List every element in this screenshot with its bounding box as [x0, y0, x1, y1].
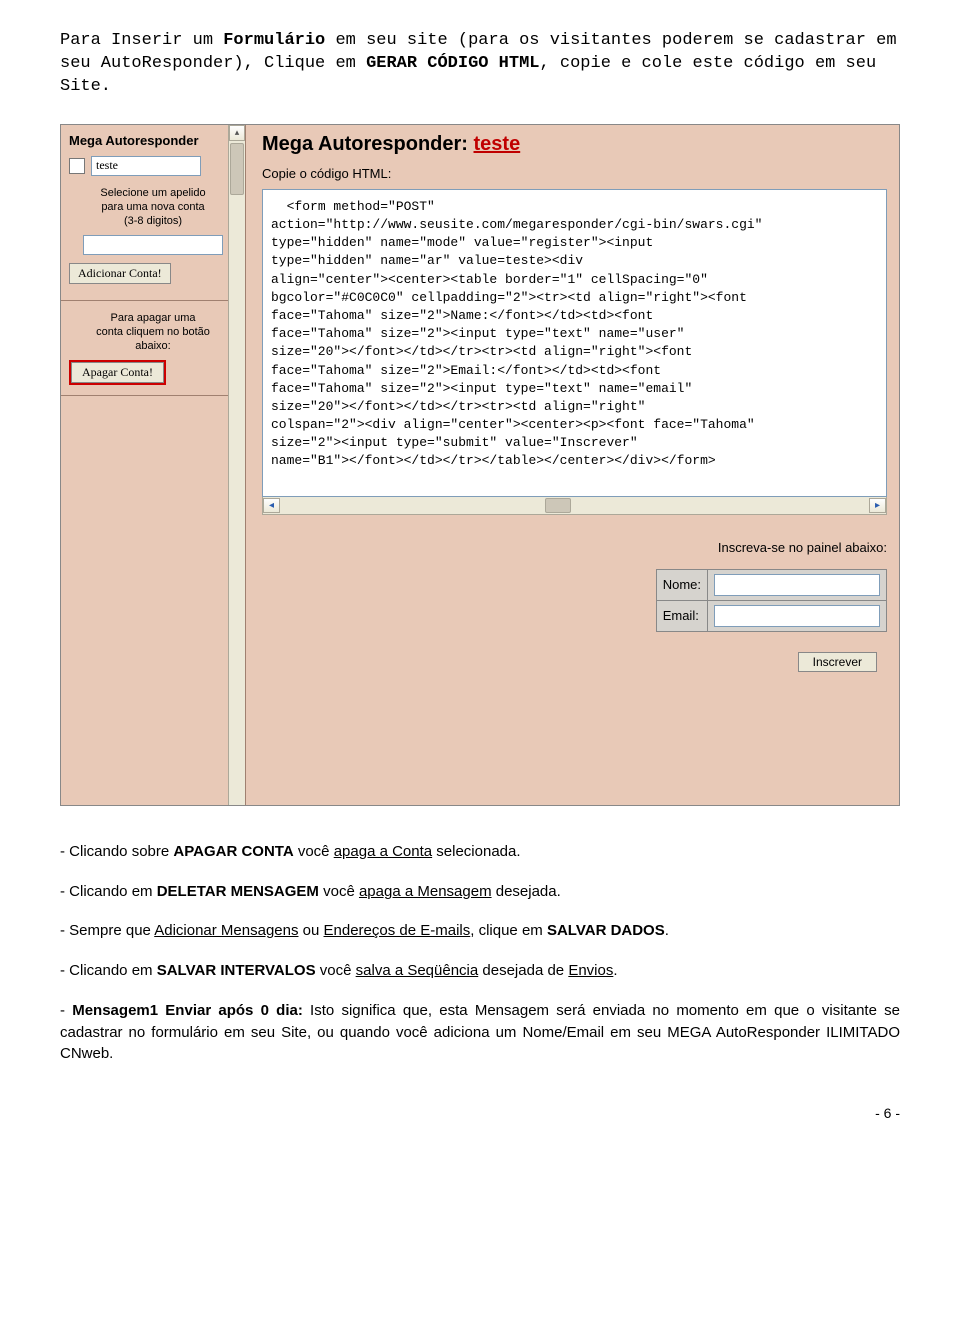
sidebar-title: Mega Autoresponder	[69, 133, 237, 148]
sidebar-help-delete: Para apagar uma conta cliquem no botão a…	[69, 311, 237, 354]
scroll-left-icon[interactable]: ◂	[263, 498, 280, 513]
add-account-button[interactable]: Adicionar Conta!	[69, 263, 171, 284]
instr-deletar-mensagem: - Clicando em DELETAR MENSAGEM você apag…	[60, 881, 900, 903]
delete-button-highlight: Apagar Conta!	[69, 360, 166, 385]
instr-apagar-conta: - Clicando sobre APAGAR CONTA você apaga…	[60, 841, 900, 863]
instr-mensagem-zero: - Mensagem1 Enviar após 0 dia: Isto sign…	[60, 1000, 900, 1065]
sidebar-help-new: Selecione um apelido para uma nova conta…	[69, 186, 237, 229]
subscribe-preview: Inscreva-se no painel abaixo: Nome: Emai…	[607, 540, 887, 672]
new-account-input[interactable]	[83, 235, 223, 255]
separator	[61, 300, 245, 301]
scroll-right-icon[interactable]: ▸	[869, 498, 886, 513]
separator	[61, 395, 245, 396]
copy-label: Copie o código HTML:	[262, 166, 887, 181]
screenshot: ▴ Mega Autoresponder Selecione um apelid…	[60, 124, 900, 806]
account-name-field[interactable]	[91, 156, 201, 176]
account-checkbox[interactable]	[69, 158, 85, 174]
subscribe-prompt: Inscreva-se no painel abaixo:	[607, 540, 887, 555]
subscribe-button[interactable]: Inscrever	[798, 652, 877, 672]
account-name-red: teste	[474, 133, 521, 155]
scroll-up-icon[interactable]: ▴	[229, 125, 245, 141]
nome-input[interactable]	[714, 574, 880, 596]
subscribe-form-table: Nome: Email:	[656, 569, 887, 632]
email-label: Email:	[656, 600, 707, 631]
html-code-textarea[interactable]: <form method="POST" action="http://www.s…	[262, 189, 887, 497]
horizontal-scrollbar[interactable]: ◂ ▸	[262, 497, 887, 515]
main-heading: Mega Autoresponder: teste	[262, 133, 887, 156]
email-input[interactable]	[714, 605, 880, 627]
sidebar-scrollbar[interactable]: ▴	[228, 125, 245, 805]
scroll-thumb[interactable]	[230, 143, 244, 195]
intro-paragraph: Para Inserir um Formulário em seu site (…	[60, 30, 900, 99]
sidebar: ▴ Mega Autoresponder Selecione um apelid…	[61, 125, 246, 805]
hscroll-thumb[interactable]	[545, 498, 571, 513]
main-panel: Mega Autoresponder: teste Copie o código…	[246, 125, 899, 805]
page-number: - 6 -	[60, 1105, 900, 1121]
nome-label: Nome:	[656, 569, 707, 600]
instructions: - Clicando sobre APAGAR CONTA você apaga…	[60, 841, 900, 1065]
instr-salvar-dados: - Sempre que Adicionar Mensagens ou Ende…	[60, 920, 900, 942]
instr-salvar-intervalos: - Clicando em SALVAR INTERVALOS você sal…	[60, 960, 900, 982]
delete-account-button[interactable]: Apagar Conta!	[71, 362, 164, 383]
